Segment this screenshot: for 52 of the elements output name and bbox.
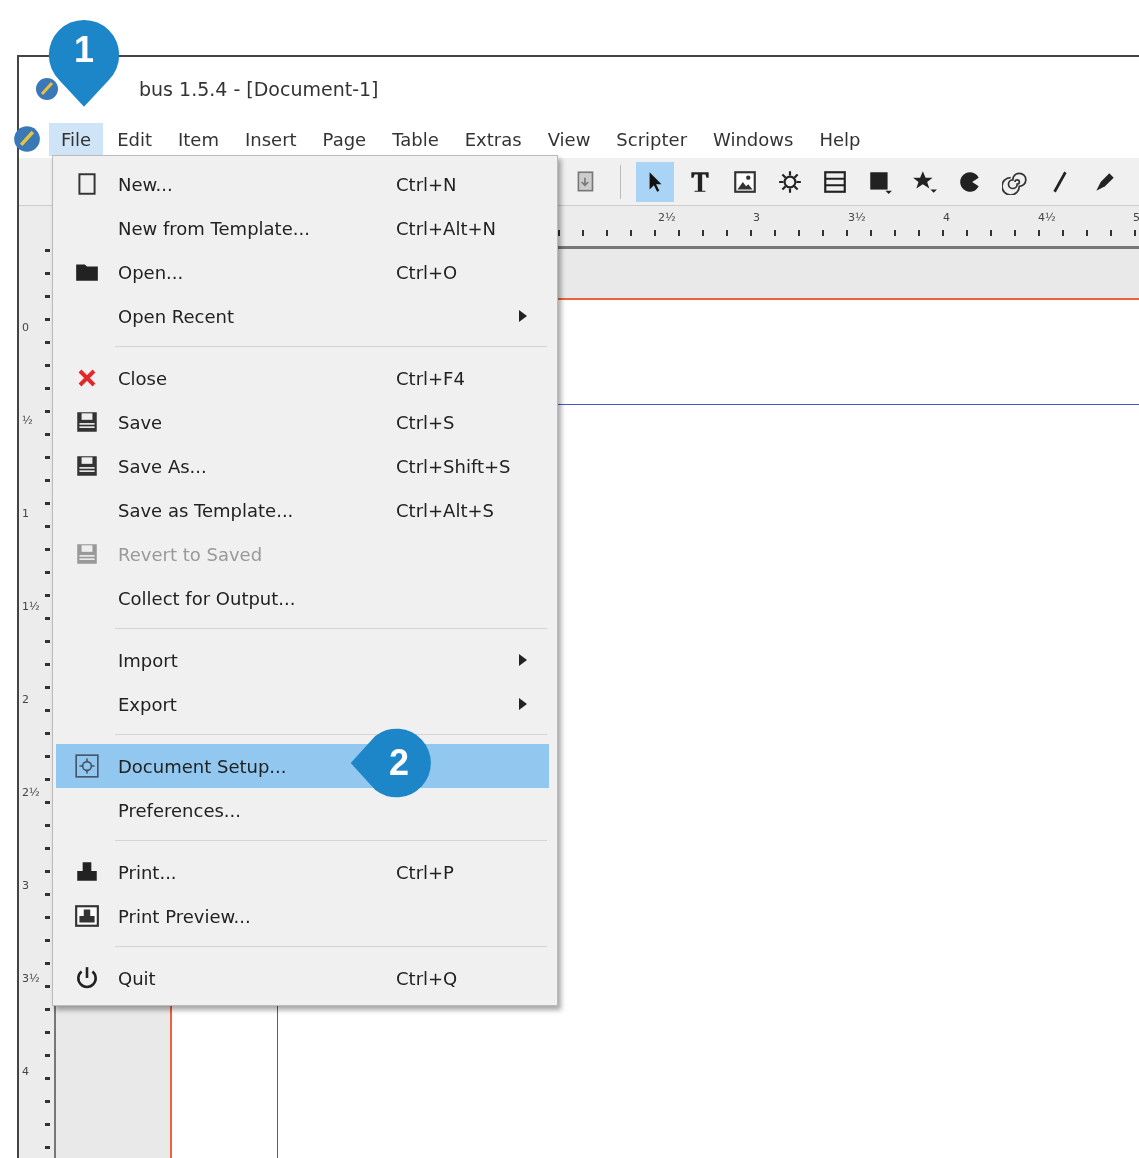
menu-item[interactable]: Print... Ctrl+P [56, 850, 549, 894]
power-icon [74, 965, 100, 991]
menu-bar-item[interactable]: Scripter [604, 122, 700, 156]
ruler-label: 1½ [22, 600, 40, 613]
menu-bar-item[interactable]: Windows [701, 122, 806, 156]
ruler-label: 3 [753, 211, 760, 224]
ruler-label: ½ [22, 414, 33, 427]
menu-bar-item[interactable]: Insert [232, 122, 309, 156]
menu-item[interactable]: Import [56, 638, 549, 682]
ruler-label: 4½ [1038, 211, 1056, 224]
print-preview-icon [74, 903, 100, 929]
ruler-label: 3½ [22, 972, 40, 985]
menu-bar-item[interactable]: Edit [105, 122, 164, 156]
tool-button[interactable] [636, 161, 674, 202]
menu-bar-item[interactable]: Table [380, 122, 451, 156]
table-icon [822, 168, 848, 195]
menu-bar-item[interactable]: View [535, 122, 603, 156]
submenu-arrow-icon [519, 654, 527, 666]
menu-item[interactable]: Export [56, 682, 549, 726]
ruler-label: 2 [22, 693, 29, 706]
ruler-label: 5 [1133, 211, 1139, 224]
menu-bar-item[interactable]: Item [166, 122, 231, 156]
ruler-label: 2½ [658, 211, 676, 224]
menu-bar-item[interactable]: Extras [452, 122, 534, 156]
menu-item[interactable]: Open Recent [56, 294, 549, 338]
menu-item[interactable]: Collect for Output... [56, 576, 549, 620]
menu-item[interactable]: Quit Ctrl+Q [56, 956, 549, 1000]
menu-item[interactable]: Close Ctrl+F4 [56, 356, 549, 400]
menu-item[interactable]: New from Template... Ctrl+Alt+N [56, 206, 549, 250]
sun-icon [777, 168, 803, 195]
menu-bar-item[interactable]: Page [310, 122, 379, 156]
menu-item[interactable]: Open... Ctrl+O [56, 250, 549, 294]
menu-item[interactable]: Print Preview... [56, 894, 549, 938]
menu-bar-item[interactable]: Help [807, 122, 873, 156]
ruler-label: 2½ [22, 786, 40, 799]
ruler-label: 3 [22, 879, 29, 892]
menu-item[interactable]: Save as Template... Ctrl+Alt+S [56, 488, 549, 532]
submenu-arrow-icon [519, 698, 527, 710]
menu-bar-item[interactable]: File [49, 122, 104, 156]
menu-item[interactable]: Save As... Ctrl+Shift+S [56, 444, 549, 488]
ruler-label: 3½ [848, 211, 866, 224]
ruler-label: 4 [943, 211, 950, 224]
menu-item[interactable]: Preferences... [56, 788, 549, 832]
ruler-label: 1 [22, 507, 29, 520]
app-logo-icon[interactable] [13, 125, 41, 153]
ruler-label: 0 [22, 321, 29, 334]
app-logo-icon [35, 76, 59, 101]
submenu-arrow-icon [519, 310, 527, 322]
window-title: bus 1.5.4 - [Document-1] [139, 77, 379, 100]
menu-item[interactable]: Save Ctrl+S [56, 400, 549, 444]
image-icon [732, 168, 758, 195]
ruler-label: 4 [22, 1065, 29, 1078]
